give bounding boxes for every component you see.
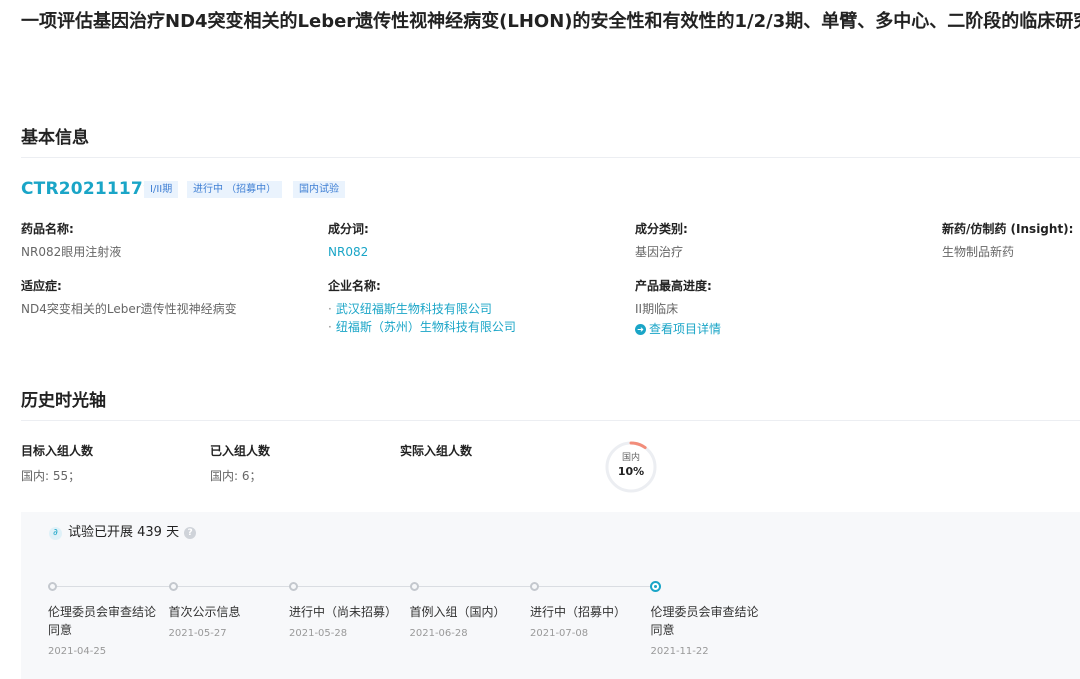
stat-label: 已入组人数	[210, 444, 271, 458]
enrolled-count: 已入组人数 国内: 6；	[210, 442, 270, 485]
actual-enrollment: 实际入组人数	[400, 442, 472, 460]
company-link-wuhan[interactable]: · 武汉纽福斯生物科技有限公司	[328, 300, 516, 318]
page-title: 一项评估基因治疗ND4突变相关的Leber遗传性视神经病变(LHON)的安全性和…	[21, 11, 1080, 32]
section-title-basic-info: 基本信息	[21, 128, 89, 148]
bullet: ·	[328, 320, 332, 334]
duration-text: 试验已开展 439 天	[68, 525, 180, 540]
timeline-event-date: 2021-11-22	[650, 646, 709, 657]
timeline-event-title: 进行中（招募中）	[530, 605, 627, 619]
region-tag: 国内试验	[293, 181, 345, 198]
target-enrollment: 目标入组人数 国内: 55；	[21, 442, 93, 485]
trial-id: CTR20211179	[21, 179, 155, 199]
field-indication: 适应症: ND4突变相关的Leber遗传性视神经病变	[21, 277, 237, 318]
link-label: 查看项目详情	[649, 322, 722, 336]
timeline-item: 首次公示信息 2021-05-27	[169, 603, 279, 643]
timeline-item: 首例入组（国内） 2021-06-28	[410, 603, 520, 643]
field-category: 成分类别: 基因治疗	[635, 220, 688, 261]
field-label: 成分词:	[328, 222, 369, 236]
phase-tag: I/II期	[144, 181, 179, 198]
enrollment-progress-ring: 国内 10%	[604, 440, 660, 496]
field-value: 基因治疗	[635, 245, 684, 259]
timeline-item: 伦理委员会审查结论同意 2021-11-22	[651, 603, 761, 661]
stat-value: 国内: 6；	[210, 469, 262, 483]
bullet: ·	[328, 302, 332, 316]
timeline-event-title: 首次公示信息	[168, 605, 241, 619]
field-label: 新药/仿制药 (Insight):	[942, 222, 1074, 236]
field-progress: 产品最高进度: II期临床 ➜ 查看项目详情	[635, 277, 721, 338]
field-company: 企业名称: · 武汉纽福斯生物科技有限公司 · 纽福斯（苏州）生物科技有限公司	[328, 277, 516, 336]
timeline-node	[48, 582, 57, 591]
timeline-node	[530, 582, 539, 591]
timeline-event-title: 首例入组（国内）	[409, 605, 506, 619]
timeline-node	[289, 582, 298, 591]
timeline-item: 进行中（尚未招募） 2021-05-28	[289, 603, 399, 643]
timeline-panel: ∂ 试验已开展 439 天 ? 伦理委员会审查结论同意 2021-04-25 首次公…	[21, 512, 1080, 679]
progress-label: 国内	[621, 453, 640, 463]
question-circle-icon[interactable]: ?	[184, 527, 197, 539]
field-label: 适应症:	[21, 279, 62, 293]
stat-label: 目标入组人数	[21, 444, 94, 458]
company-name: 武汉纽福斯生物科技有限公司	[335, 302, 492, 316]
timeline-event-title: 伦理委员会审查结论同意	[650, 605, 759, 637]
timeline-node	[168, 582, 178, 591]
timeline-item: 进行中（招募中） 2021-07-08	[530, 603, 640, 643]
timeline-node	[409, 582, 419, 591]
timeline-event-date: 2021-07-08	[530, 628, 589, 639]
timeline-event-date: 2021-06-28	[409, 628, 468, 639]
stat-value: 国内: 55；	[21, 469, 81, 483]
field-drug-type: 新药/仿制药 (Insight): 生物制品新药	[942, 220, 1073, 261]
view-project-details-link[interactable]: ➜ 查看项目详情	[635, 320, 721, 338]
timeline-line	[51, 586, 656, 587]
company-link-suzhou[interactable]: · 纽福斯（苏州）生物科技有限公司	[328, 318, 516, 336]
progress-percentage: 10%	[617, 465, 645, 478]
field-component: 成分词: NR082	[328, 220, 369, 261]
divider	[21, 420, 1080, 421]
timeline-event-date: 2021-05-28	[289, 628, 348, 639]
status-tag: 进行中 （招募中）	[187, 181, 283, 198]
field-value: NR082眼用注射液	[21, 245, 122, 259]
field-label: 药品名称:	[21, 222, 74, 236]
component-link[interactable]: NR082	[328, 243, 369, 261]
field-value: 生物制品新药	[942, 245, 1015, 259]
field-drug-name: 药品名称: NR082眼用注射液	[21, 220, 121, 261]
timeline-event-title: 进行中（尚未招募）	[289, 605, 398, 619]
timeline-event-date: 2021-05-27	[168, 628, 227, 639]
field-label: 成分类别:	[635, 222, 688, 236]
field-label: 企业名称:	[328, 279, 381, 293]
timeline-item: 伦理委员会审查结论同意 2021-04-25	[48, 603, 158, 661]
clip-icon: ∂	[49, 526, 62, 540]
timeline-event-date: 2021-04-25	[48, 646, 107, 657]
timeline-node	[649, 581, 661, 592]
field-label: 产品最高进度:	[635, 279, 712, 293]
divider	[21, 157, 1080, 158]
field-value: II期临床	[635, 302, 679, 316]
timeline-event-title: 伦理委员会审查结论同意	[48, 605, 157, 637]
section-title-history: 历史时光轴	[21, 391, 106, 411]
arrow-circle-icon: ➜	[635, 323, 646, 335]
company-name: 纽福斯（苏州）生物科技有限公司	[335, 320, 516, 334]
field-value: ND4突变相关的Leber遗传性视神经病变	[21, 302, 237, 316]
stat-label: 实际入组人数	[400, 444, 473, 458]
trial-duration: ∂ 试验已开展 439 天 ?	[49, 524, 197, 542]
